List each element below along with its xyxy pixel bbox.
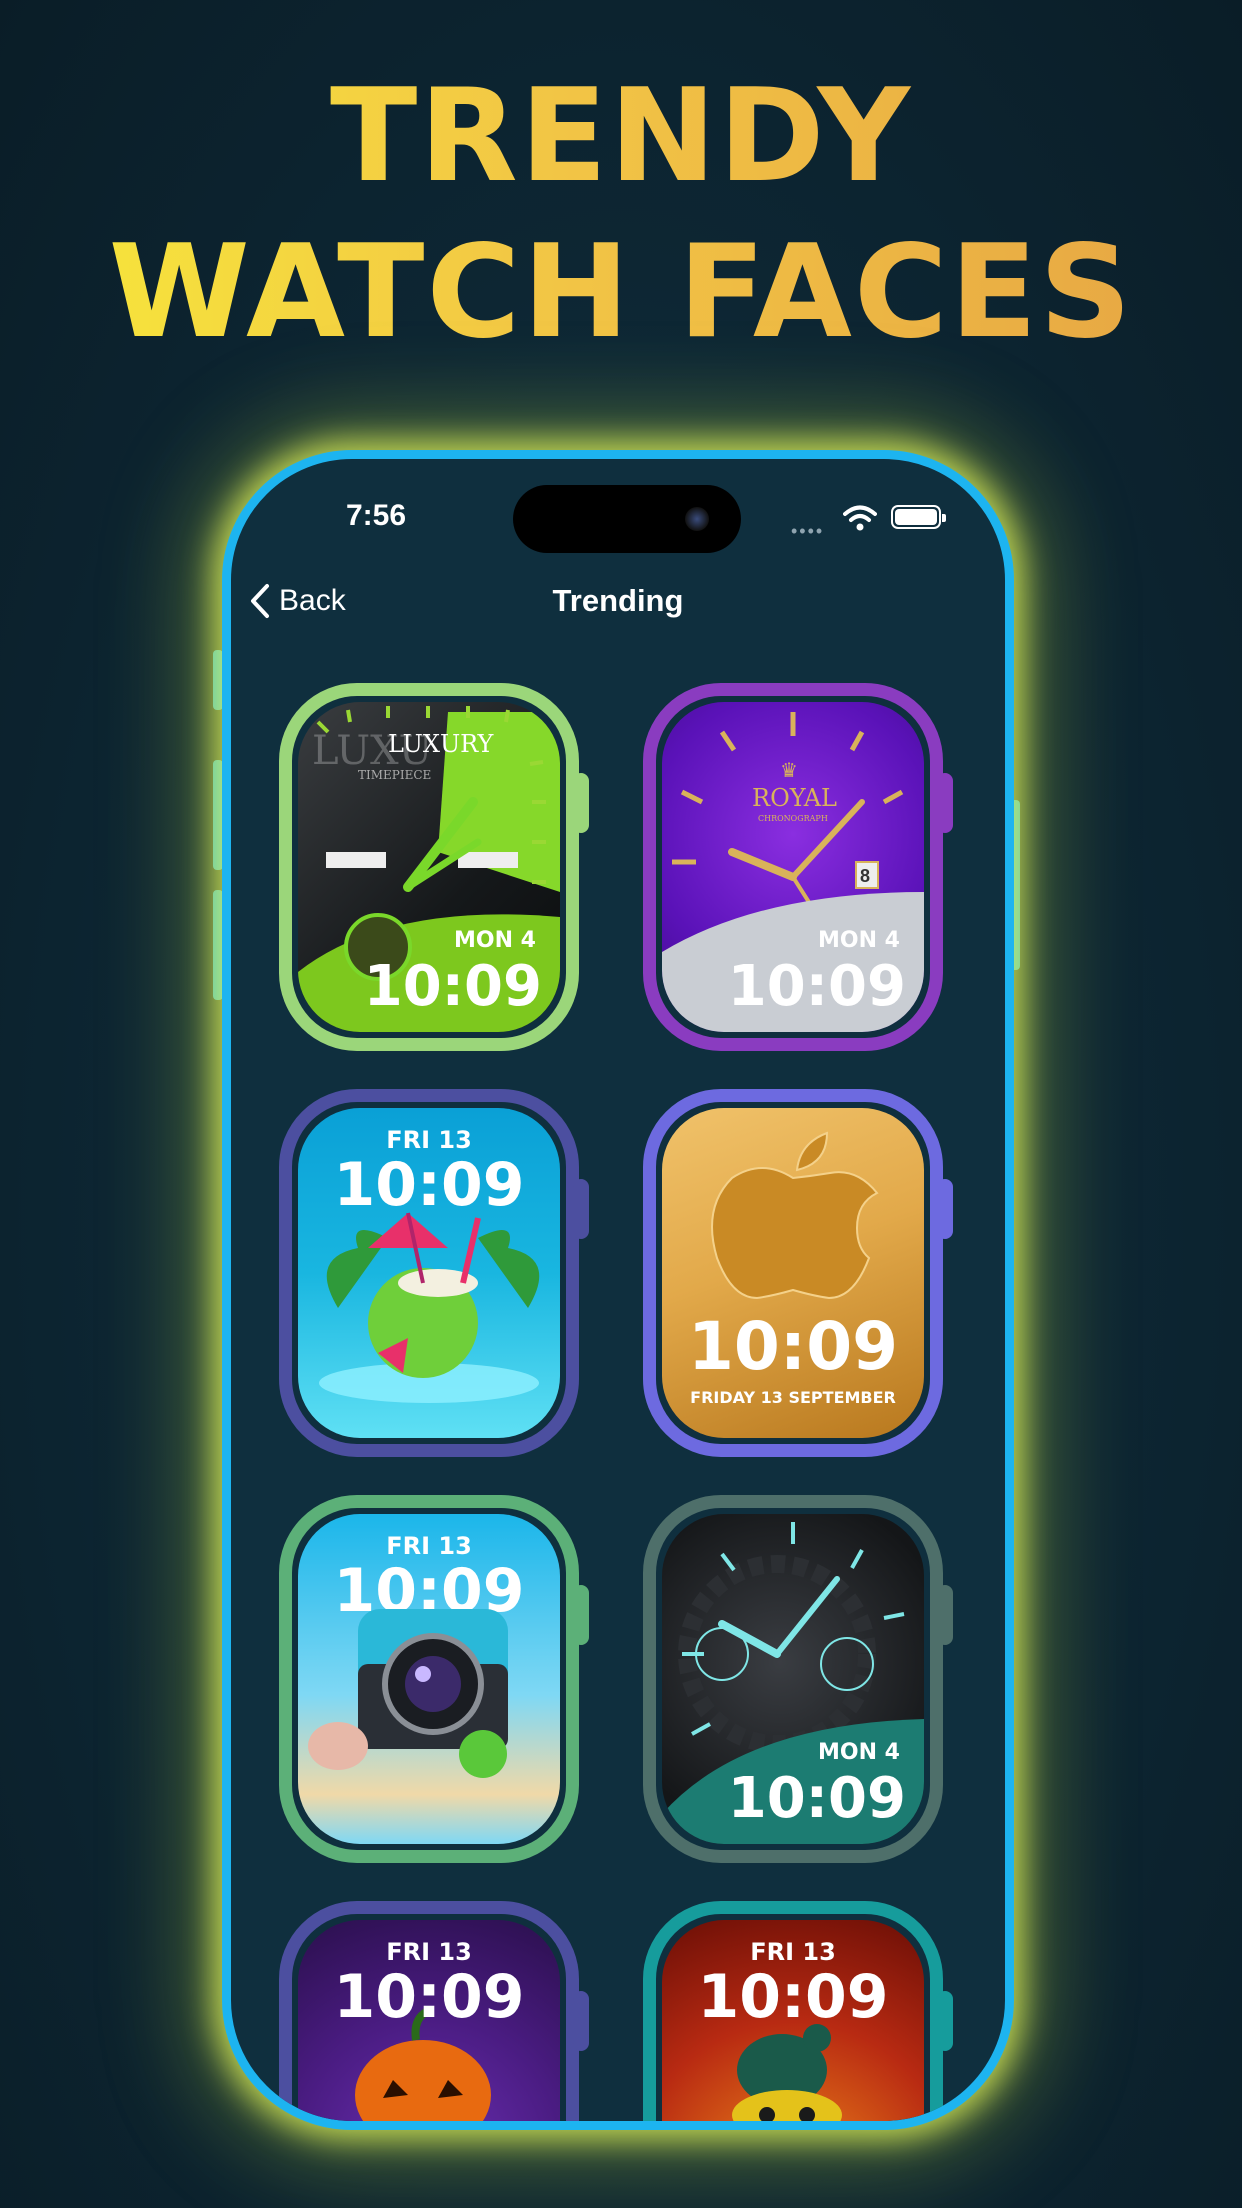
watch-time: 10:09: [333, 1962, 525, 2032]
watch-time: 10:09: [687, 1308, 899, 1385]
watch-face-halloween[interactable]: FRI 13 10:09: [279, 1901, 579, 2121]
watch-face-royal[interactable]: 8 ♛ ROYAL CHRONOGRAPH MON 4 10:09: [643, 683, 943, 1051]
phone-frame: 7:56 •••• Back Trending LUXU LUXURY TIME…: [222, 450, 1014, 2130]
watch-face-gold-apple[interactable]: 10:09 FRIDAY 13 SEPTEMBER: [643, 1089, 943, 1457]
watch-date: MON 4: [454, 928, 536, 953]
watch-crown: [937, 1179, 953, 1239]
watch-crown: [573, 1991, 589, 2051]
brand-sub: CHRONOGRAPH: [758, 814, 828, 823]
watch-time: 10:09: [727, 954, 906, 1019]
watch-face-coconut[interactable]: FRI 13 10:09: [279, 1089, 579, 1457]
brand-label: LUXURY: [388, 730, 494, 758]
watch-date: FRIDAY 13 SEPTEMBER: [690, 1388, 896, 1407]
watch-crown: [937, 1991, 953, 2051]
headline-line-1: TRENDY: [0, 62, 1242, 211]
wifi-icon: [843, 505, 877, 531]
watch-crown: [937, 1585, 953, 1645]
camera-icon: [685, 507, 709, 531]
watch-crown: [573, 773, 589, 833]
status-time: 7:56: [346, 499, 407, 532]
brand-sub: TIMEPIECE: [358, 768, 432, 782]
battery-icon: [891, 505, 946, 529]
watch-date: MON 4: [818, 928, 900, 953]
watch-time: 10:09: [363, 954, 542, 1019]
page-title: Trending: [552, 583, 684, 618]
watch-face-fire-bomb[interactable]: FRI 13 10:09: [643, 1901, 943, 2121]
watch-crown: [573, 1179, 589, 1239]
crown-icon: ♛: [780, 760, 798, 782]
watch-crown: [937, 773, 953, 833]
day-box: 8: [860, 866, 871, 886]
headline-line-2: WATCH FACES: [0, 218, 1242, 367]
signal-icon: ••••: [791, 521, 825, 541]
watch-time: 10:09: [333, 1150, 525, 1220]
watch-face-mechanical[interactable]: MON 4 10:09: [643, 1495, 943, 1863]
watch-face-camera-beach[interactable]: FRI 13 10:09: [279, 1495, 579, 1863]
brand-label: ROYAL: [752, 784, 837, 812]
watch-time: 10:09: [727, 1766, 906, 1831]
dynamic-island: [513, 485, 741, 553]
watch-crown: [573, 1585, 589, 1645]
watch-face-luxury[interactable]: LUXU LUXURY TIMEPIECE MON 4 10:09: [279, 683, 579, 1051]
watch-date: MON 4: [818, 1740, 900, 1765]
camera-illustration: [308, 1609, 508, 1778]
watch-time: 10:09: [697, 1962, 889, 2032]
